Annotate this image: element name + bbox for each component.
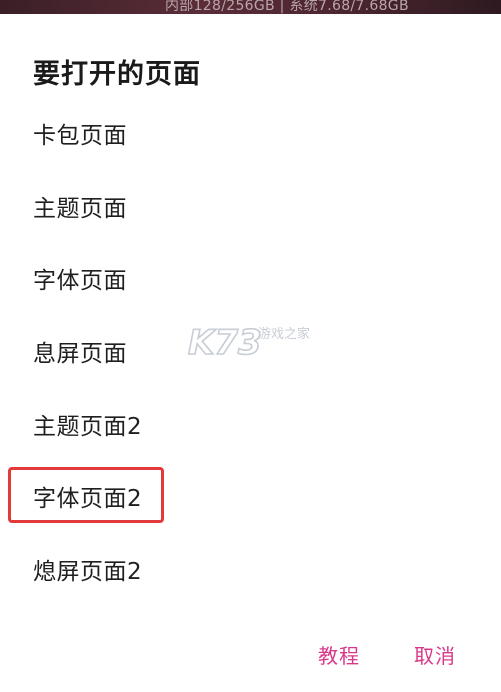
tutorial-button[interactable]: 教程 <box>318 640 360 672</box>
option-card-page[interactable]: 卡包页面 <box>33 116 127 156</box>
dialog-title: 要打开的页面 <box>33 59 201 90</box>
watermark-sub-text: 游戏之家 <box>258 326 310 342</box>
cancel-button[interactable]: 取消 <box>414 640 456 672</box>
storage-info-text: 内部128/256GB | 系统7.68/7.68GB <box>165 0 409 14</box>
option-font-page[interactable]: 字体页面 <box>33 261 127 301</box>
background-status-strip: 内部128/256GB | 系统7.68/7.68GB <box>0 0 501 14</box>
option-aod-page[interactable]: 息屏页面 <box>33 334 127 374</box>
watermark-logo-text: K73 <box>188 323 262 362</box>
option-theme-page[interactable]: 主题页面 <box>33 189 127 229</box>
highlight-annotation-box <box>8 467 164 523</box>
k73-watermark-logo: K73 游戏之家 <box>187 322 310 362</box>
option-theme-page-2[interactable]: 主题页面2 <box>33 407 142 447</box>
option-aod-page-2[interactable]: 熄屏页面2 <box>33 552 142 592</box>
